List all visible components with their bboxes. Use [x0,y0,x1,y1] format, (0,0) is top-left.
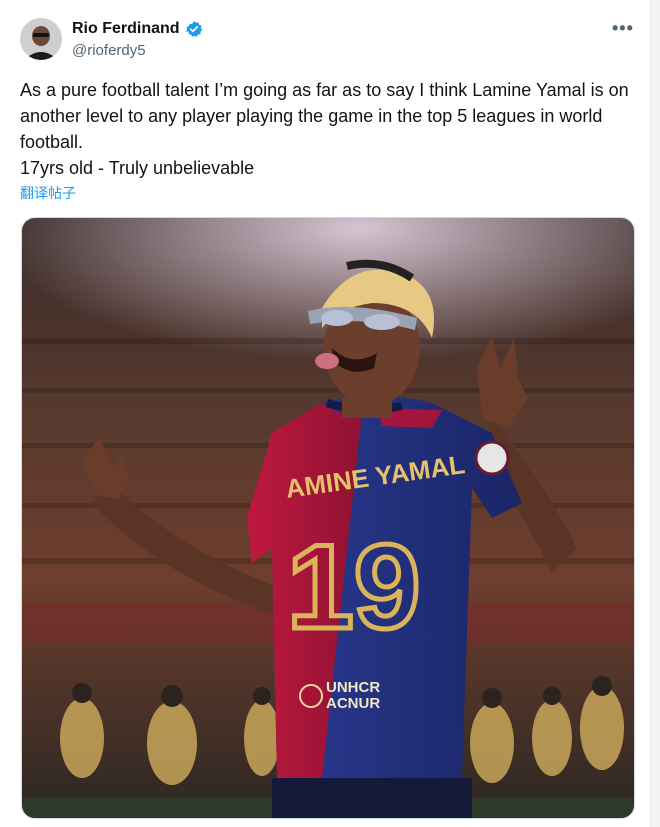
tweet-card: Rio Ferdinand @rioferdy5 ••• As a pure f… [0,0,660,827]
sponsor-line-1: UNHCR [326,679,380,696]
jersey-number: 19 [287,520,420,654]
player-photo: AMINE YAMAL 19 UNHCR ACNUR [22,218,634,818]
author-name[interactable]: Rio Ferdinand [72,20,180,38]
tweet-text-line-2: 17yrs old - Truly unbelievable [20,158,255,178]
verified-badge-icon [185,20,203,38]
sponsor-line-2: ACNUR [326,695,380,712]
tweet-media-image[interactable]: AMINE YAMAL 19 UNHCR ACNUR [21,217,635,819]
tweet-text-line-1: As a pure football talent I’m going as f… [20,80,629,152]
translate-post-link[interactable]: 翻译帖子 [20,183,76,203]
avatar[interactable] [20,18,62,60]
more-horizontal-icon[interactable]: ••• [612,18,634,39]
author-handle[interactable]: @rioferdy5 [72,42,146,59]
scrollbar-track[interactable] [650,0,660,827]
tweet-text: As a pure football talent I’m going as f… [20,77,635,181]
